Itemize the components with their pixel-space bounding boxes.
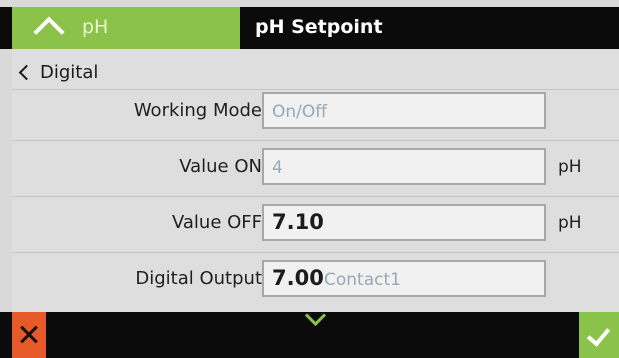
chevron-up-icon	[33, 16, 65, 48]
confirm-button[interactable]	[579, 312, 619, 358]
back-link-digital[interactable]: Digital	[17, 58, 98, 86]
digital-output-value: Contact1	[324, 270, 401, 290]
divider	[12, 252, 619, 253]
back-tab-ph[interactable]: pH	[12, 7, 240, 49]
value-on-field[interactable]: 4	[262, 148, 546, 185]
value-off-unit: pH	[558, 213, 582, 233]
divider	[12, 89, 619, 90]
header-bar: pH pH Setpoint	[0, 7, 619, 49]
value-off-value: 7.10	[272, 210, 324, 234]
back-link-label: Digital	[40, 61, 99, 83]
value-off-field[interactable]: 7.10	[262, 204, 546, 241]
divider	[12, 196, 619, 197]
check-icon	[586, 322, 611, 347]
digital-output-field[interactable]: Contact1 7.00	[262, 260, 546, 297]
chevron-left-icon	[18, 64, 35, 80]
cancel-button[interactable]	[12, 312, 46, 358]
bottom-bar	[0, 304, 619, 358]
working-mode-value: On/Off	[272, 102, 327, 122]
value-on-unit: pH	[558, 157, 582, 177]
value-off-label: Value OFF	[171, 212, 262, 233]
page-title: pH Setpoint	[255, 16, 383, 38]
digital-output-label: Digital Output	[135, 268, 262, 289]
divider	[12, 140, 619, 141]
working-mode-field[interactable]: On/Off	[262, 92, 546, 129]
value-on-value: 4	[272, 158, 283, 178]
digital-output-overlay-value: 7.00	[272, 266, 324, 290]
value-on-label: Value ON	[179, 156, 262, 177]
working-mode-label: Working Mode	[133, 100, 262, 121]
settings-panel: Digital Working Mode On/Off Value ON 4 p…	[12, 49, 619, 312]
screen: pH pH Setpoint Digital Working Mode On/O…	[0, 0, 619, 358]
back-tab-label: pH	[82, 16, 109, 38]
